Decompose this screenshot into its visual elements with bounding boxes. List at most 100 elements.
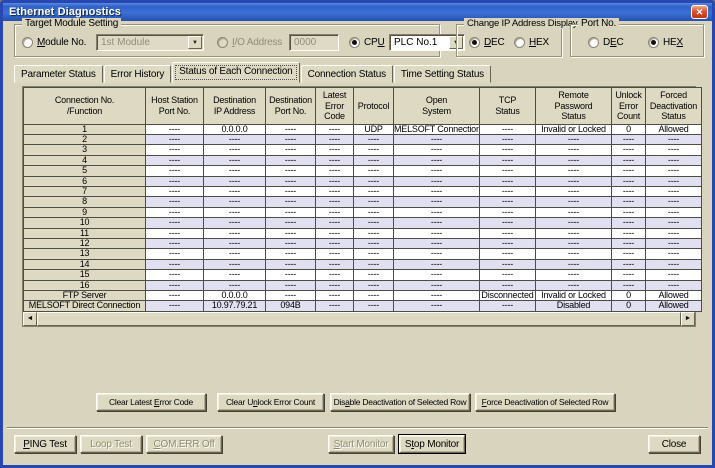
cell[interactable]: ---- <box>612 249 646 259</box>
cell[interactable]: ---- <box>316 249 354 259</box>
cell[interactable]: ---- <box>536 270 612 280</box>
cell[interactable]: ---- <box>646 166 702 176</box>
cell[interactable]: ---- <box>394 197 480 207</box>
cell[interactable]: ---- <box>394 207 480 217</box>
cell[interactable]: Invalid or Locked <box>536 124 612 134</box>
row-label[interactable]: 11 <box>24 228 146 238</box>
tab-time-setting-status[interactable]: Time Setting Status <box>394 65 491 83</box>
cell[interactable]: 0 <box>612 124 646 134</box>
cell[interactable]: ---- <box>536 228 612 238</box>
cell[interactable]: ---- <box>480 166 536 176</box>
cell[interactable]: Disconnected <box>480 291 536 301</box>
cell[interactable]: ---- <box>354 218 394 228</box>
cell[interactable]: ---- <box>146 207 204 217</box>
cell[interactable]: ---- <box>536 207 612 217</box>
cell[interactable]: ---- <box>354 134 394 144</box>
cell[interactable]: ---- <box>480 228 536 238</box>
cell[interactable]: ---- <box>480 238 536 248</box>
cell[interactable]: ---- <box>146 134 204 144</box>
cell[interactable]: ---- <box>394 249 480 259</box>
cell[interactable]: ---- <box>480 186 536 196</box>
row-label[interactable]: 14 <box>24 259 146 269</box>
cell[interactable]: ---- <box>354 270 394 280</box>
cell[interactable]: ---- <box>316 228 354 238</box>
row-label[interactable]: 9 <box>24 207 146 217</box>
cell[interactable]: ---- <box>480 270 536 280</box>
cell[interactable]: ---- <box>146 218 204 228</box>
cell[interactable]: Allowed <box>646 124 702 134</box>
close-button[interactable]: ✕ <box>691 5 708 19</box>
row-label[interactable]: 15 <box>24 270 146 280</box>
cell[interactable]: ---- <box>646 145 702 155</box>
cell[interactable]: ---- <box>146 228 204 238</box>
cell[interactable]: ---- <box>204 207 266 217</box>
horizontal-scrollbar[interactable]: ◄ ► <box>23 312 695 326</box>
cell[interactable]: ---- <box>354 280 394 290</box>
row-label[interactable]: 4 <box>24 155 146 165</box>
cell[interactable]: ---- <box>612 259 646 269</box>
cell[interactable]: ---- <box>394 176 480 186</box>
cell[interactable]: Allowed <box>646 301 702 311</box>
cell[interactable]: ---- <box>266 218 316 228</box>
cell[interactable]: ---- <box>316 238 354 248</box>
cell[interactable]: ---- <box>316 197 354 207</box>
cell[interactable]: ---- <box>612 166 646 176</box>
cell[interactable]: ---- <box>612 270 646 280</box>
cell[interactable]: ---- <box>266 124 316 134</box>
cell[interactable]: ---- <box>266 259 316 269</box>
cell[interactable]: ---- <box>146 124 204 134</box>
scroll-right-icon[interactable]: ► <box>681 312 695 326</box>
cell[interactable]: ---- <box>204 249 266 259</box>
cell[interactable]: ---- <box>646 238 702 248</box>
cell[interactable]: Allowed <box>646 291 702 301</box>
cell[interactable]: ---- <box>646 259 702 269</box>
row-label[interactable]: FTP Server <box>24 291 146 301</box>
cell[interactable]: ---- <box>480 280 536 290</box>
cell[interactable]: ---- <box>146 166 204 176</box>
cpu-radio[interactable] <box>349 37 360 48</box>
cell[interactable]: ---- <box>536 218 612 228</box>
cell[interactable]: ---- <box>146 301 204 311</box>
cell[interactable]: ---- <box>394 166 480 176</box>
cell[interactable]: ---- <box>394 259 480 269</box>
row-label[interactable]: 13 <box>24 249 146 259</box>
cell[interactable]: ---- <box>480 145 536 155</box>
cell[interactable]: 094B <box>266 301 316 311</box>
cell[interactable]: MELSOFT Connection <box>394 124 480 134</box>
cell[interactable]: ---- <box>316 176 354 186</box>
row-label[interactable]: MELSOFT Direct Connection <box>24 301 146 311</box>
cell[interactable]: ---- <box>536 238 612 248</box>
cell[interactable]: ---- <box>204 186 266 196</box>
cell[interactable]: ---- <box>612 218 646 228</box>
cell[interactable]: ---- <box>646 176 702 186</box>
cell[interactable]: ---- <box>354 259 394 269</box>
cell[interactable]: ---- <box>204 166 266 176</box>
cell[interactable]: ---- <box>204 218 266 228</box>
cell[interactable]: ---- <box>316 155 354 165</box>
start-monitor-button[interactable]: Start Monitor <box>328 435 394 453</box>
cell[interactable]: ---- <box>316 280 354 290</box>
cell[interactable]: ---- <box>354 238 394 248</box>
cell[interactable]: 0.0.0.0 <box>204 124 266 134</box>
cell[interactable]: ---- <box>394 134 480 144</box>
cell[interactable]: ---- <box>646 197 702 207</box>
port-dec-radio[interactable] <box>588 37 599 48</box>
cell[interactable]: ---- <box>354 301 394 311</box>
cell[interactable]: ---- <box>394 155 480 165</box>
cell[interactable]: ---- <box>316 166 354 176</box>
cell[interactable]: ---- <box>536 186 612 196</box>
cell[interactable]: ---- <box>394 145 480 155</box>
cell[interactable]: ---- <box>646 270 702 280</box>
tab-connection-status[interactable]: Connection Status <box>301 65 393 83</box>
cell[interactable]: ---- <box>354 176 394 186</box>
row-label[interactable]: 16 <box>24 280 146 290</box>
cell[interactable]: ---- <box>146 155 204 165</box>
cell[interactable]: ---- <box>204 280 266 290</box>
cell[interactable]: ---- <box>480 249 536 259</box>
cell[interactable]: ---- <box>394 238 480 248</box>
ip-dec-radio[interactable] <box>469 37 480 48</box>
cell[interactable]: 10.97.79.21 <box>204 301 266 311</box>
cell[interactable]: ---- <box>204 145 266 155</box>
row-label[interactable]: 1 <box>24 124 146 134</box>
cell[interactable]: ---- <box>316 218 354 228</box>
